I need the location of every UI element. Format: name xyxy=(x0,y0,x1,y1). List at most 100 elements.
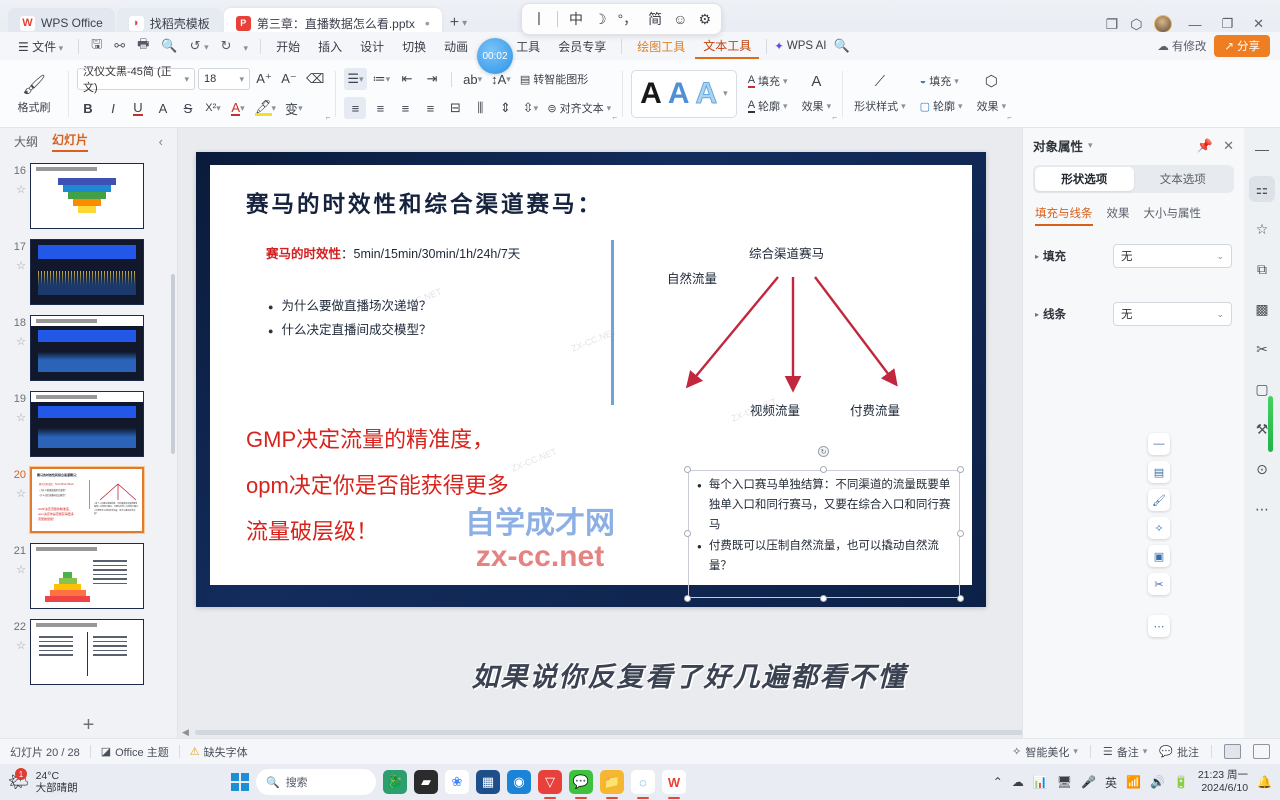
resize-handle-s[interactable] xyxy=(820,595,827,602)
scroll-left-icon[interactable]: ◀ xyxy=(182,727,189,738)
list-item[interactable]: 17 ☆ xyxy=(0,234,177,310)
cloud-sync-icon[interactable]: ⚯ xyxy=(109,35,130,57)
wordart-dialog-launcher[interactable]: ⌐ xyxy=(832,113,837,122)
weather-widget[interactable]: 🌤 1 24°C 大部晴朗 xyxy=(8,768,78,794)
tray-chart-icon[interactable]: 📊 xyxy=(1033,775,1048,789)
menu-transition[interactable]: 切换 xyxy=(394,35,434,58)
slide-sorter-view-button[interactable] xyxy=(1253,744,1270,759)
normal-view-button[interactable] xyxy=(1224,744,1241,759)
text-fill-button[interactable]: A 填充 ▾ xyxy=(745,70,791,92)
selected-textbox[interactable]: ● 每个入口赛马单独结算：不同渠道的流量既要单独单入口和同行赛马，又要在综合入口和… xyxy=(684,446,964,602)
line-select[interactable]: 无 ⌄ xyxy=(1113,302,1232,326)
highlight-color-button[interactable]: 🖊 ▾ xyxy=(252,97,279,119)
fill-select[interactable]: 无 ⌄ xyxy=(1113,244,1232,268)
wordart-more-icon[interactable]: ▾ xyxy=(723,88,728,99)
print-icon[interactable]: 🖶 xyxy=(132,32,154,60)
minimize-button[interactable]: — xyxy=(1184,17,1205,32)
tray-wifi-icon[interactable]: 📶 xyxy=(1126,775,1141,789)
menu-insert[interactable]: 插入 xyxy=(310,35,350,58)
decrease-indent-button[interactable]: ⇤ xyxy=(396,68,418,90)
taskbar-app-cloud-icon[interactable]: ❀ xyxy=(444,770,469,794)
thumbnail-list[interactable]: 16 ☆ 17 ☆ 18 ☆ 19 ☆ 20 ☆ 赛马的时效性和综合渠道赛马： … xyxy=(0,154,177,710)
resize-handle-e[interactable] xyxy=(957,530,964,537)
list-item[interactable]: 16 ☆ xyxy=(0,158,177,234)
tray-cloud-icon[interactable]: ☁ xyxy=(1012,775,1024,789)
taskbar-app-red-icon[interactable]: ▽ xyxy=(537,770,562,794)
increase-indent-button[interactable]: ⇥ xyxy=(421,68,443,90)
customize-qat-icon[interactable]: ▾ xyxy=(239,36,254,57)
pin-icon[interactable]: 📌 xyxy=(1197,138,1213,154)
paragraph-dialog-launcher[interactable]: ⌐ xyxy=(612,113,617,122)
minimize-rail-icon[interactable]: — xyxy=(1249,136,1275,162)
taskbar-app-explorer-icon[interactable]: ▰ xyxy=(413,770,438,794)
shape-style-button[interactable]: 形状样式 ▾ xyxy=(851,95,909,117)
tab-slides[interactable]: 幻灯片 xyxy=(52,131,89,152)
shape-fill-button[interactable]: ◒ 填充 ▾ xyxy=(917,70,966,92)
thumbnail-18[interactable] xyxy=(30,315,144,381)
taskbar-clock[interactable]: 21:23 周一 2024/6/10 xyxy=(1198,769,1248,795)
tray-volume-icon[interactable]: 🔊 xyxy=(1150,775,1165,789)
clear-format-icon[interactable]: ⌫ xyxy=(303,68,327,90)
selected-textbox-content[interactable]: ● 每个入口赛马单独结算：不同渠道的流量既要单独单入口和同行赛马，又要在综合入口和… xyxy=(697,474,954,576)
superscript-button[interactable]: X² ▾ xyxy=(202,97,224,119)
resources-icon[interactable]: ▩ xyxy=(1249,296,1275,322)
ime-settings-icon[interactable]: ⚙ xyxy=(698,11,711,28)
magic-wand-icon[interactable]: ✂ xyxy=(1148,573,1170,595)
frame-icon[interactable]: ▣ xyxy=(1148,545,1170,567)
share-button[interactable]: ↗ 分享 xyxy=(1214,35,1270,57)
tray-language-icon[interactable]: 英 xyxy=(1105,774,1117,791)
comments-button[interactable]: 💬 批注 xyxy=(1159,744,1199,760)
subtab-size-props[interactable]: 大小与属性 xyxy=(1144,205,1202,226)
thumbnail-16[interactable] xyxy=(30,163,144,229)
list-item[interactable]: 19 ☆ xyxy=(0,386,177,462)
taskbar-app-store-icon[interactable]: ▦ xyxy=(475,770,500,794)
grow-font-button[interactable]: A⁺ xyxy=(253,68,275,90)
brush-icon[interactable]: 🖌 xyxy=(1148,489,1170,511)
star-icon[interactable]: ☆ xyxy=(16,335,26,348)
print-preview-icon[interactable]: 🔍 xyxy=(156,35,182,57)
columns-button[interactable]: ⫼ xyxy=(469,97,491,119)
menu-design[interactable]: 设计 xyxy=(352,35,392,58)
more-dots-icon[interactable]: ⋯ xyxy=(1148,615,1170,637)
sidebar-toggle-icon[interactable]: ❐ xyxy=(1106,16,1119,33)
resize-handle-w[interactable] xyxy=(684,530,691,537)
current-slide[interactable]: 赛马的时效性和综合渠道赛马： 赛马的时效性：5min/15min/30min/1… xyxy=(196,152,986,607)
star-icon[interactable]: ☆ xyxy=(1249,216,1275,242)
ime-floating-bar[interactable]: 丨 中 ☽ °， 简 ☺ ⚙ xyxy=(521,3,723,35)
strikethrough-button[interactable]: S xyxy=(177,97,199,119)
panel-subtabs[interactable]: 填充与线条 效果 大小与属性 xyxy=(1023,203,1244,236)
chevron-down-icon[interactable]: ▾ xyxy=(1088,140,1093,151)
line-spacing2-button[interactable]: ⇕ xyxy=(494,97,516,119)
align-center-button[interactable]: ≡ xyxy=(369,97,391,119)
ime-emoji-icon[interactable]: ☺ xyxy=(673,11,687,27)
canvas-float-toolbar[interactable]: — ▤ 🖌 ✧ ▣ ✂ ⋯ xyxy=(1148,433,1170,637)
tray-expand-icon[interactable]: ⌃ xyxy=(993,775,1003,789)
collapse-panel-icon[interactable]: ‹ xyxy=(159,134,163,149)
ime-cursor-icon[interactable]: 丨 xyxy=(532,9,546,29)
menu-member[interactable]: 会员专享 xyxy=(550,35,614,58)
line-label-group[interactable]: ▸ 线条 xyxy=(1035,306,1107,322)
more-icon[interactable]: ⋯ xyxy=(1249,496,1275,522)
font-size-select[interactable]: 18 ▾ xyxy=(198,68,250,90)
taskbar-search[interactable]: 🔍 搜索 xyxy=(255,769,376,795)
start-button-icon[interactable] xyxy=(230,773,249,791)
modified-status[interactable]: ☁ 有修改 xyxy=(1157,38,1206,54)
list-item[interactable]: 20 ☆ 赛马的时效性和综合渠道赛马： 赛马的时效性：5min/15min/30m… xyxy=(0,462,177,538)
wps-ai-button[interactable]: ✦ WPS AI xyxy=(774,39,826,53)
magic-icon[interactable]: ✂ xyxy=(1249,336,1275,362)
wordart-gallery[interactable]: A A A ▾ xyxy=(631,69,737,118)
star-icon[interactable]: ☆ xyxy=(16,639,26,652)
beautify-button[interactable]: ✧ 智能美化 ▾ xyxy=(1012,744,1078,760)
list-item[interactable]: 22 ☆ xyxy=(0,614,177,690)
subtab-effects[interactable]: 效果 xyxy=(1107,205,1130,226)
align-right-button[interactable]: ≡ xyxy=(394,97,416,119)
resize-handle-se[interactable] xyxy=(957,595,964,602)
close-button[interactable]: ✕ xyxy=(1249,16,1268,32)
resize-handle-n[interactable] xyxy=(820,466,827,473)
notification-bell-icon[interactable]: 🔔 xyxy=(1257,775,1272,789)
undo-icon[interactable]: ↺ ▾ xyxy=(185,35,214,57)
italic-button[interactable]: I xyxy=(102,97,124,119)
text-direction-button[interactable]: ab ▾ xyxy=(460,68,485,90)
text-outline-button[interactable]: A 轮廓 ▾ xyxy=(745,95,791,117)
panel-segmented-control[interactable]: 形状选项 文本选项 xyxy=(1033,165,1234,193)
